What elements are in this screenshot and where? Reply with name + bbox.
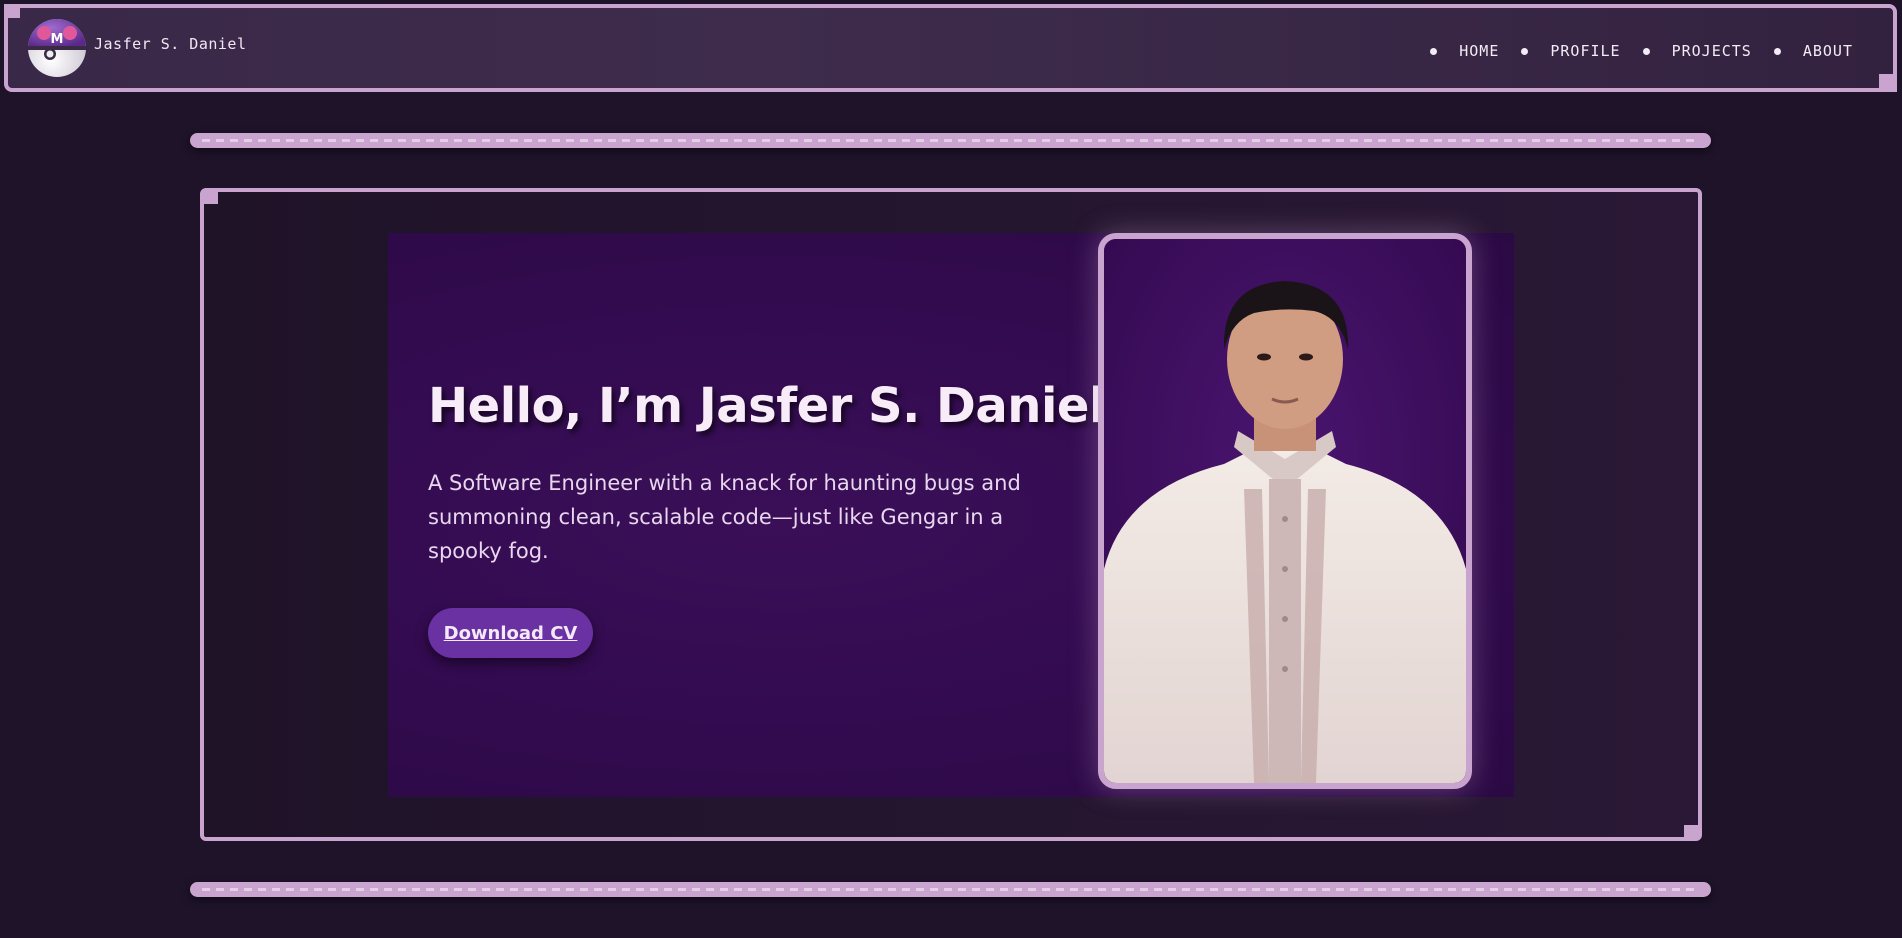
navbar: M Jasfer S. Daniel HOME PROFILE PROJECTS…	[4, 4, 1897, 92]
nav-label: PROFILE	[1550, 42, 1621, 60]
main-nav: HOME PROFILE PROJECTS ABOUT	[1408, 42, 1853, 60]
frame-corner-decoration	[1684, 825, 1698, 837]
hero-subtitle: A Software Engineer with a knack for hau…	[428, 471, 1021, 563]
download-cv-button[interactable]: Download CV	[428, 608, 593, 658]
nav-item-profile[interactable]: PROFILE	[1521, 42, 1620, 60]
profile-portrait-image	[1098, 233, 1472, 789]
nav-item-home[interactable]: HOME	[1430, 42, 1499, 60]
divider-rail-bottom	[190, 882, 1711, 897]
svg-text:M: M	[51, 32, 64, 47]
bullet-icon	[1521, 47, 1529, 55]
divider-rail-top	[190, 133, 1711, 148]
navbar-corner-decoration	[4, 4, 20, 18]
nav-item-projects[interactable]: PROJECTS	[1642, 42, 1752, 60]
nav-label: HOME	[1459, 42, 1500, 60]
bullet-icon	[1430, 47, 1438, 55]
navbar-corner-decoration	[1879, 74, 1897, 92]
frame-corner-decoration	[204, 192, 218, 204]
hero-title: Hello, I’m Jasfer S. Daniel	[428, 378, 1105, 434]
master-ball-icon: M	[26, 17, 88, 79]
brand-name: Jasfer S. Daniel	[94, 35, 247, 53]
nav-label: ABOUT	[1802, 42, 1853, 60]
nav-label: PROJECTS	[1671, 42, 1752, 60]
brand[interactable]: M Jasfer S. Daniel	[26, 17, 247, 79]
nav-item-about[interactable]: ABOUT	[1773, 42, 1853, 60]
bullet-icon	[1642, 47, 1650, 55]
bullet-icon	[1773, 47, 1781, 55]
